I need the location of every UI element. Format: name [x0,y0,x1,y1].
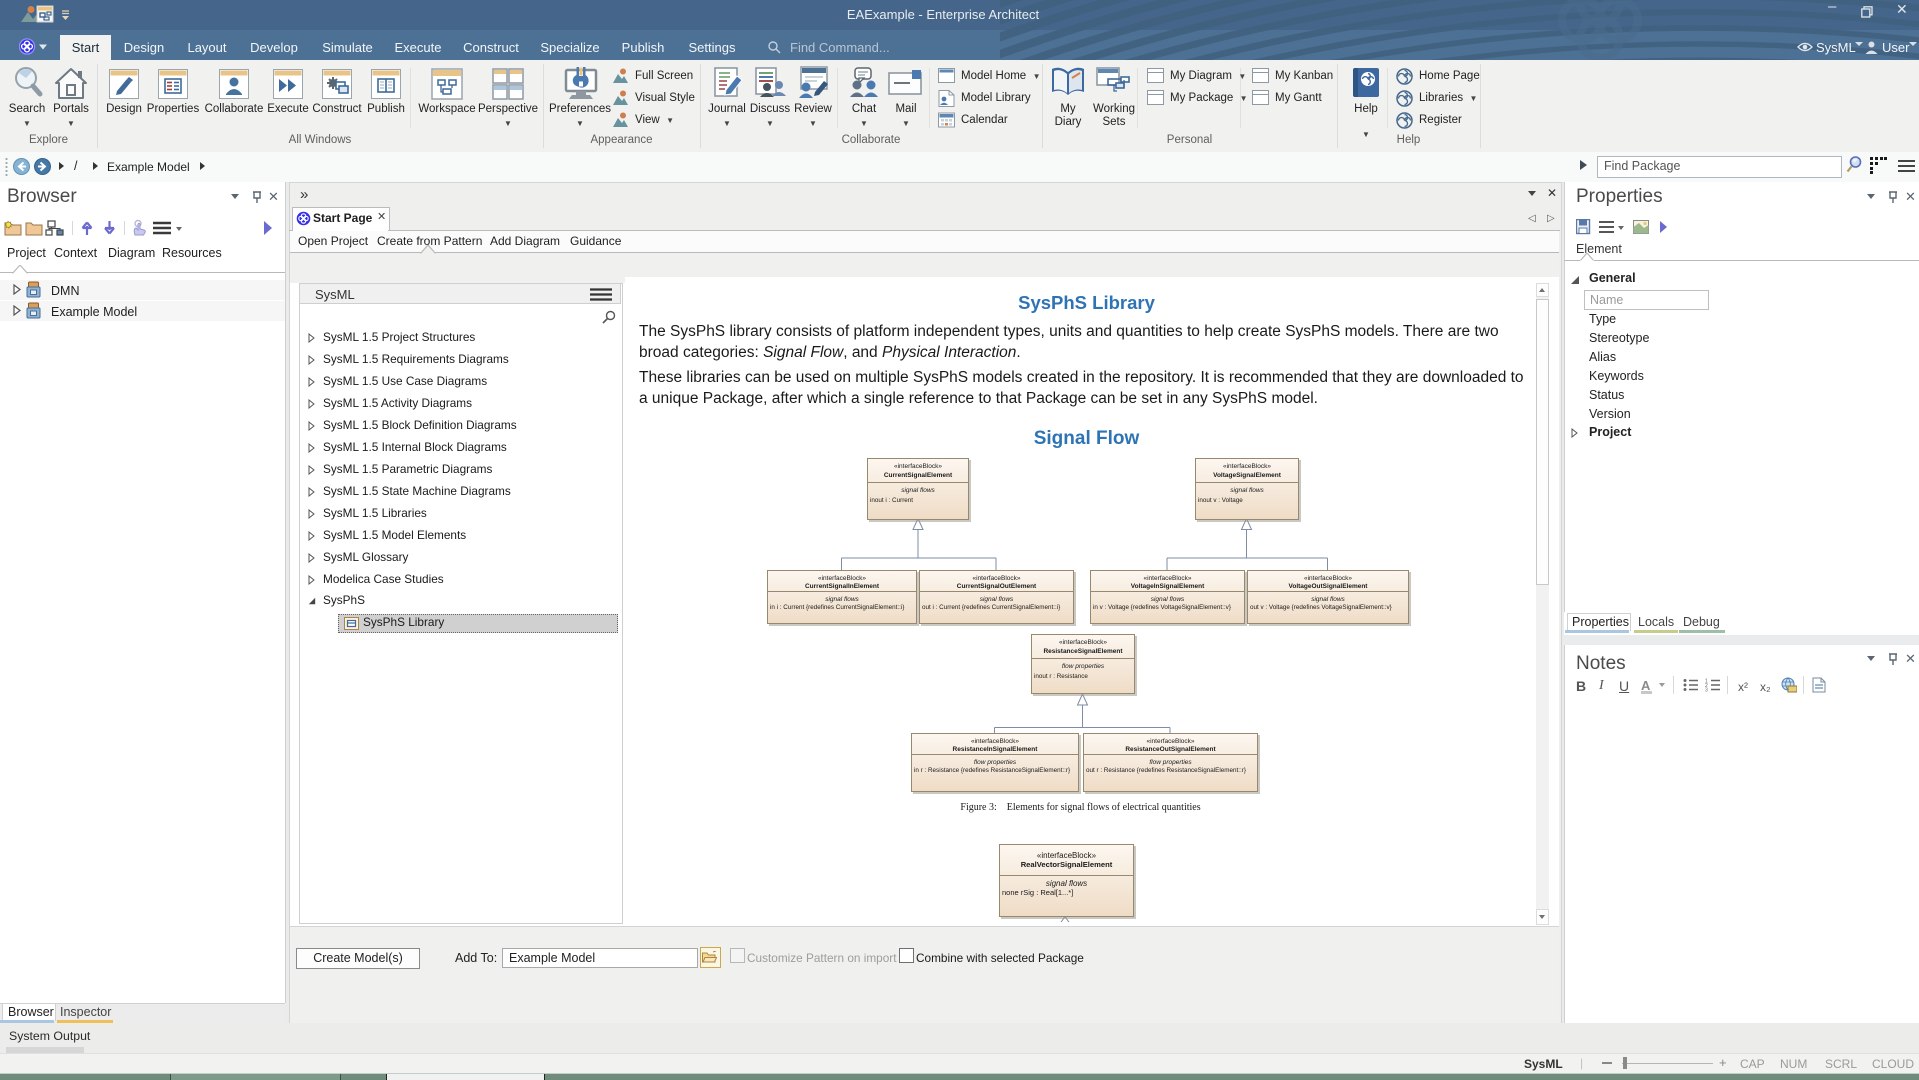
svg-text:3: 3 [1705,688,1708,693]
